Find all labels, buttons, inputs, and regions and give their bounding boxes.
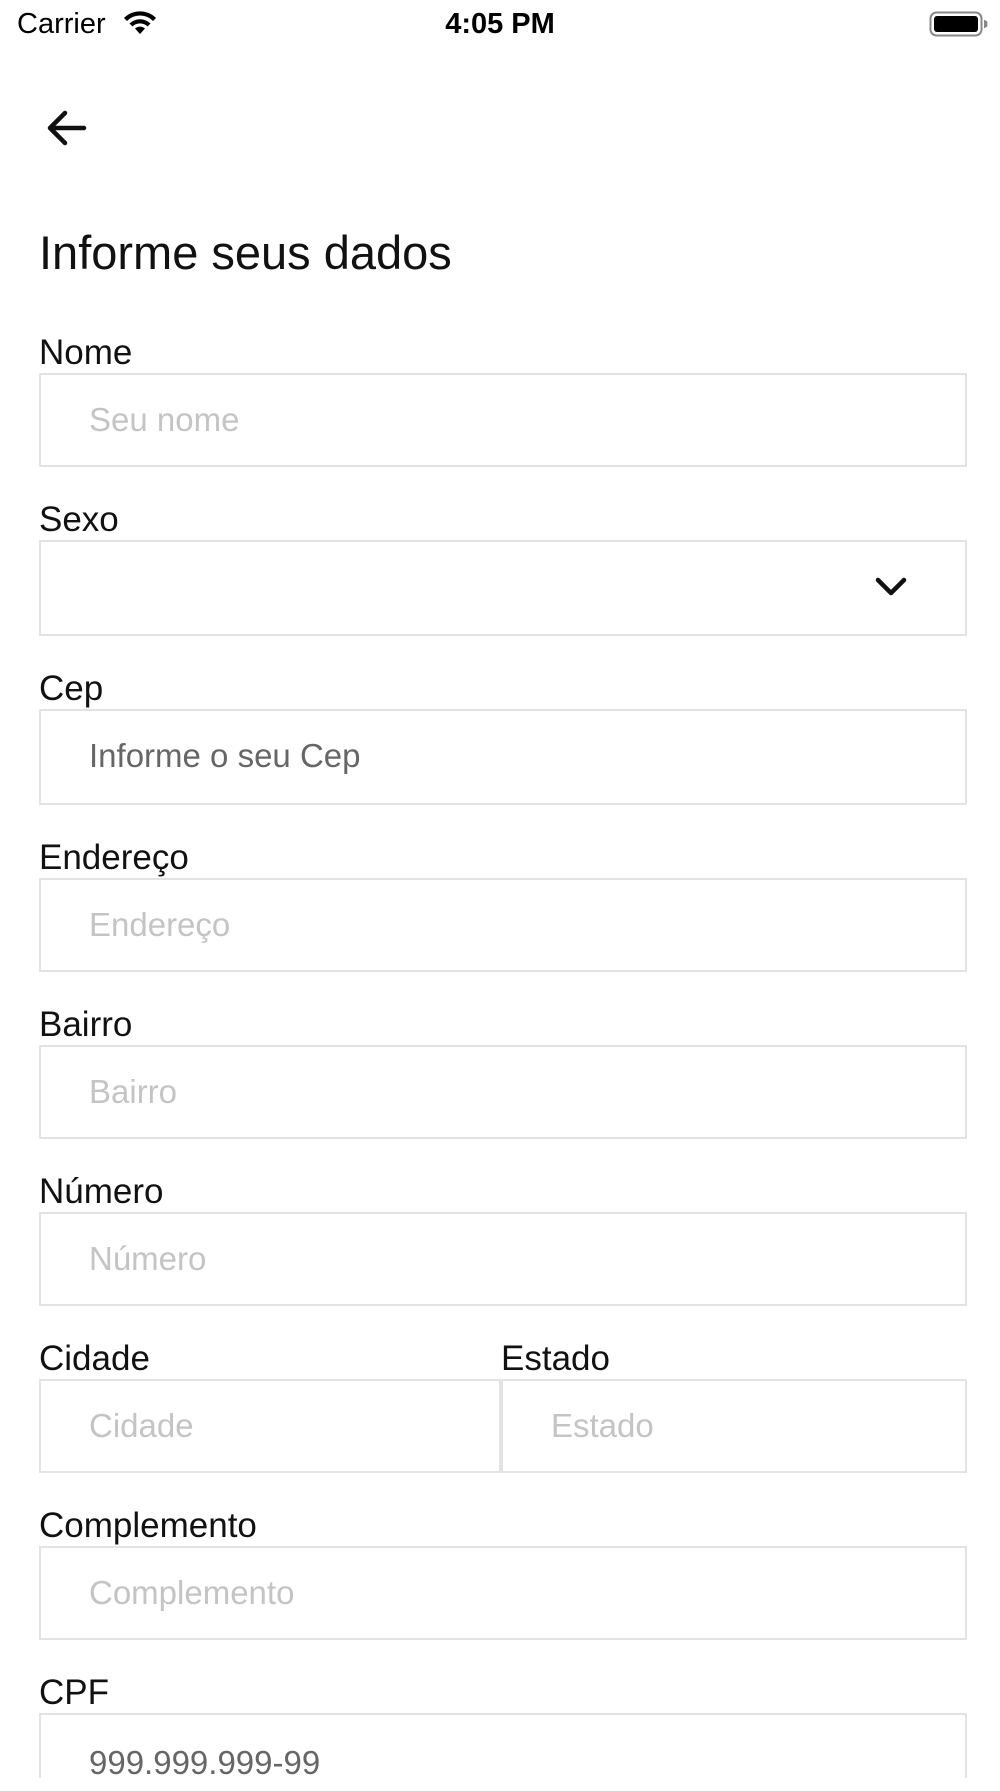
numero-field xyxy=(39,1212,967,1306)
clock: 4:05 PM xyxy=(445,8,555,40)
endereco-label: Endereço xyxy=(39,838,189,877)
sexo-label: Sexo xyxy=(39,500,119,539)
complemento-field xyxy=(39,1546,967,1640)
cep-input[interactable] xyxy=(89,711,945,801)
numero-label: Número xyxy=(39,1172,164,1211)
complemento-label: Complemento xyxy=(39,1506,257,1545)
cpf-input[interactable] xyxy=(89,1735,945,1791)
sexo-select[interactable] xyxy=(39,540,967,636)
bairro-input[interactable] xyxy=(89,1047,945,1137)
cpf-field xyxy=(39,1713,967,1791)
estado-label: Estado xyxy=(501,1339,610,1378)
sexo-selected-value xyxy=(89,542,945,632)
estado-field xyxy=(501,1379,967,1473)
page-title: Informe seus dados xyxy=(39,226,452,279)
cep-label: Cep xyxy=(39,669,104,708)
bairro-label: Bairro xyxy=(39,1005,133,1044)
chevron-down-icon xyxy=(875,577,907,596)
complemento-input[interactable] xyxy=(89,1548,945,1638)
numero-input[interactable] xyxy=(89,1214,945,1304)
nome-label: Nome xyxy=(39,333,133,372)
back-button[interactable] xyxy=(34,100,98,156)
cidade-label: Cidade xyxy=(39,1339,150,1378)
endereco-input[interactable] xyxy=(89,880,945,970)
nome-input[interactable] xyxy=(89,375,945,465)
battery-icon xyxy=(929,11,988,37)
status-bar: Carrier 4:05 PM xyxy=(0,0,1000,48)
cidade-field xyxy=(39,1379,501,1473)
arrow-left-icon xyxy=(47,110,87,146)
cidade-input[interactable] xyxy=(89,1381,479,1471)
cpf-label: CPF xyxy=(39,1673,109,1712)
cep-field xyxy=(39,709,967,805)
endereco-field xyxy=(39,878,967,972)
bairro-field xyxy=(39,1045,967,1139)
nome-field xyxy=(39,373,967,467)
estado-input[interactable] xyxy=(551,1381,945,1471)
